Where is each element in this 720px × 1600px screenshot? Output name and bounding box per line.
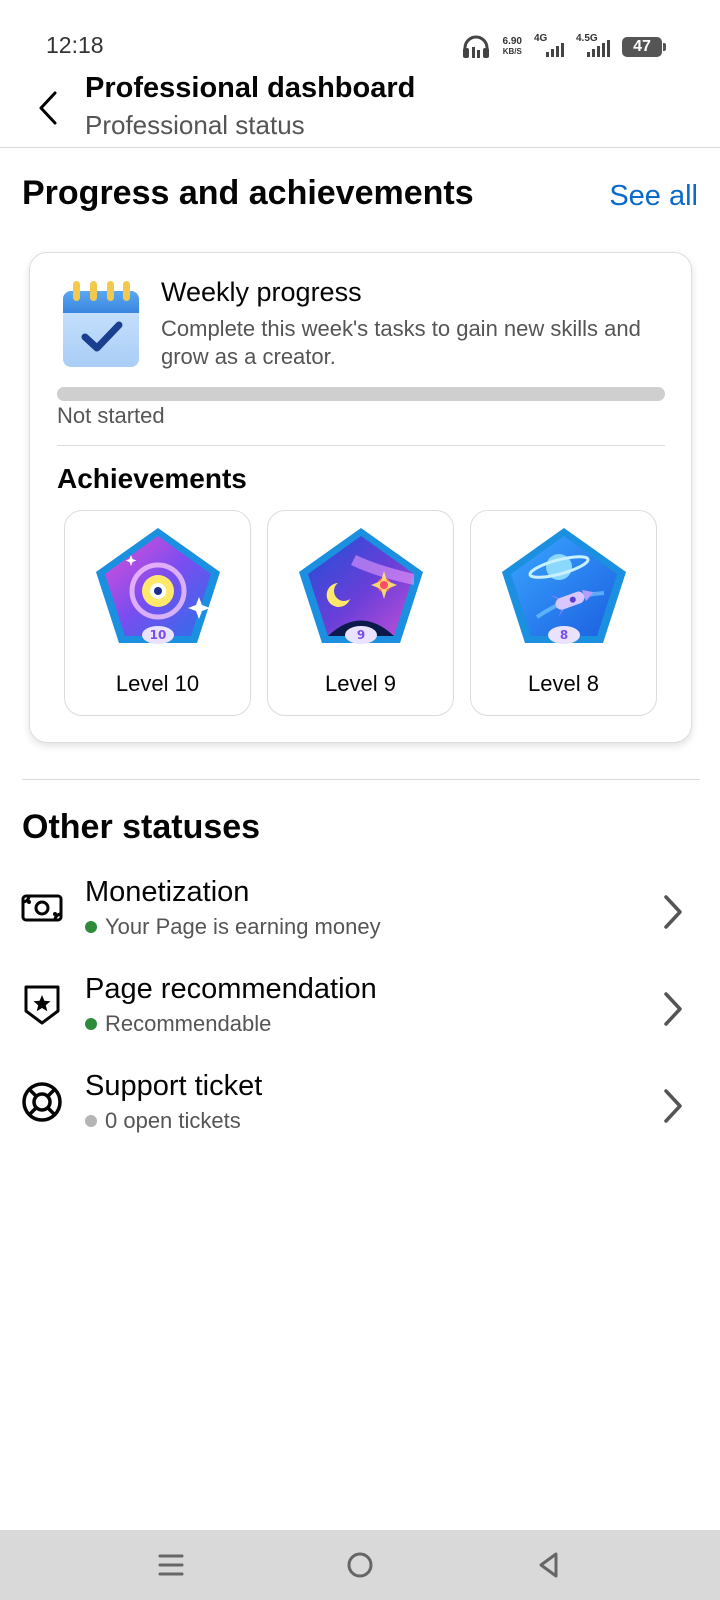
rocket-badge-icon: 8 (502, 528, 626, 644)
monetization-row[interactable]: Monetization Your Page is earning money (0, 874, 720, 960)
progress-section-title: Progress and achievements (22, 174, 474, 212)
badge-label: Level 10 (115, 671, 200, 696)
monetization-status-text: Your Page is earning money (105, 914, 381, 939)
speed-unit: KB/S (502, 47, 522, 56)
badge-9-number: 9 (357, 628, 365, 642)
see-all-link[interactable]: See all (609, 180, 698, 213)
badge-level-8[interactable]: 8 Level 8 (470, 510, 657, 716)
achievement-badges: 10 Level 10 9 Level 9 8 Level 8 (64, 510, 657, 716)
calendar-check-icon (63, 281, 139, 367)
badge-label: Level 9 (325, 671, 396, 696)
night-sky-badge-icon: 9 (299, 528, 423, 644)
status-dot (85, 921, 97, 933)
system-status-bar: 12:18 6.90 KB/S 4G 4.5G 47 (0, 0, 720, 70)
status-dot (85, 1115, 97, 1127)
monetization-title: Monetization (85, 876, 250, 908)
badge-10-number: 10 (150, 628, 167, 642)
badge-label: Level 8 (528, 671, 599, 696)
back-nav-button[interactable] (530, 1547, 566, 1583)
page-subtitle: Professional status (85, 110, 305, 140)
headphones-icon (462, 35, 489, 58)
speed-value: 6.90 (502, 36, 522, 47)
signal-45g: 4.5G (576, 33, 610, 59)
money-icon (21, 894, 63, 922)
achievements-title: Achievements (57, 463, 247, 494)
page-recommendation-status: Recommendable (85, 1011, 271, 1037)
galaxy-badge-icon: 10 (96, 528, 220, 644)
section-divider (22, 779, 700, 780)
system-navigation-bar (0, 1530, 720, 1600)
chevron-right-icon (664, 1089, 682, 1123)
status-icons: 6.90 KB/S 4G 4.5G 47 (461, 33, 666, 60)
weekly-progress-description: Complete this week's tasks to gain new s… (161, 316, 641, 369)
signal-4g: 4G (534, 33, 564, 59)
app-header: Professional dashboard Professional stat… (0, 66, 720, 148)
battery-icon: 47 (622, 37, 666, 57)
chevron-right-icon (664, 992, 682, 1026)
back-arrow-icon (39, 91, 57, 125)
other-statuses-title: Other statuses (22, 808, 261, 846)
menu-icon (158, 1554, 184, 1576)
chevron-right-icon (664, 895, 682, 929)
status-dot (85, 1018, 97, 1030)
card-divider (57, 445, 665, 446)
status-time: 12:18 (46, 32, 104, 58)
weekly-progress-status: Not started (57, 403, 165, 428)
home-nav-button[interactable] (342, 1547, 378, 1583)
support-ticket-title: Support ticket (85, 1070, 263, 1102)
back-button[interactable] (28, 80, 68, 136)
weekly-progress-title: Weekly progress (161, 277, 362, 307)
page-recommendation-row[interactable]: Page recommendation Recommendable (0, 971, 720, 1057)
support-ticket-row[interactable]: Support ticket 0 open tickets (0, 1068, 720, 1154)
lifebuoy-icon (22, 1082, 62, 1122)
shield-star-icon (24, 985, 60, 1025)
progress-card: Weekly progress Complete this week's tas… (29, 252, 692, 743)
badge-level-10[interactable]: 10 Level 10 (64, 510, 251, 716)
page-recommendation-status-text: Recommendable (105, 1011, 272, 1036)
back-triangle-icon (539, 1552, 558, 1578)
badge-8-number: 8 (560, 628, 568, 642)
page-title: Professional dashboard (85, 72, 416, 104)
support-ticket-status: 0 open tickets (85, 1108, 241, 1134)
monetization-status: Your Page is earning money (85, 914, 381, 940)
support-ticket-status-text: 0 open tickets (105, 1108, 241, 1133)
weekly-progress-bar (57, 387, 665, 401)
network-speed: 6.90 KB/S (503, 37, 522, 57)
menu-nav-button[interactable] (153, 1547, 189, 1583)
signal-bars-icon (546, 43, 564, 57)
signal-bars-icon (587, 40, 610, 57)
badge-level-9[interactable]: 9 Level 9 (267, 510, 454, 716)
page-recommendation-title: Page recommendation (85, 973, 377, 1005)
home-circle-icon (347, 1552, 373, 1578)
